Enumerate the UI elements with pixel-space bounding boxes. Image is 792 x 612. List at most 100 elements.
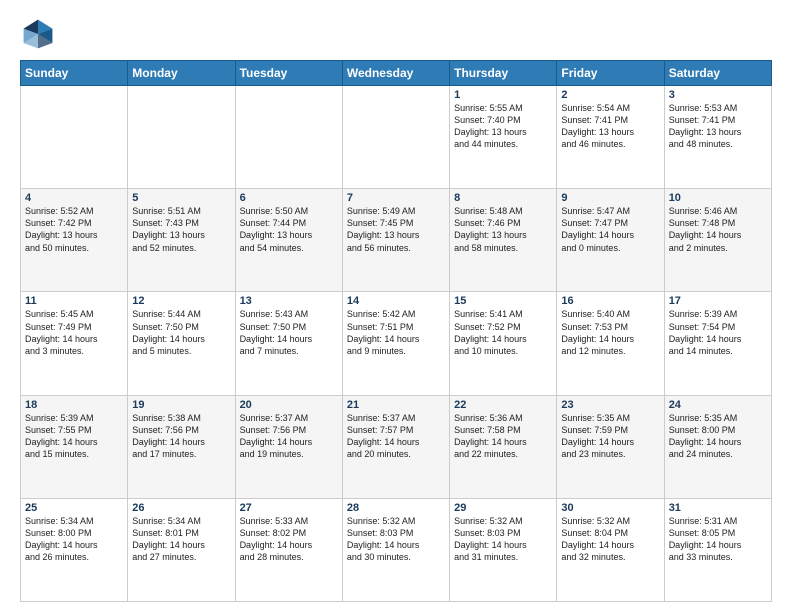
calendar-cell: 22Sunrise: 5:36 AM Sunset: 7:58 PM Dayli…: [450, 395, 557, 498]
day-number: 26: [132, 502, 230, 514]
weekday-header-row: SundayMondayTuesdayWednesdayThursdayFrid…: [21, 61, 772, 86]
day-number: 3: [669, 89, 767, 101]
day-number: 8: [454, 192, 552, 204]
day-number: 29: [454, 502, 552, 514]
day-number: 6: [240, 192, 338, 204]
cell-details: Sunrise: 5:44 AM Sunset: 7:50 PM Dayligh…: [132, 308, 230, 357]
day-number: 18: [25, 399, 123, 411]
calendar-cell: 3Sunrise: 5:53 AM Sunset: 7:41 PM Daylig…: [664, 86, 771, 189]
cell-details: Sunrise: 5:49 AM Sunset: 7:45 PM Dayligh…: [347, 205, 445, 254]
calendar-cell: 25Sunrise: 5:34 AM Sunset: 8:00 PM Dayli…: [21, 498, 128, 601]
calendar-cell: 4Sunrise: 5:52 AM Sunset: 7:42 PM Daylig…: [21, 189, 128, 292]
weekday-thursday: Thursday: [450, 61, 557, 86]
week-row-2: 4Sunrise: 5:52 AM Sunset: 7:42 PM Daylig…: [21, 189, 772, 292]
cell-details: Sunrise: 5:33 AM Sunset: 8:02 PM Dayligh…: [240, 515, 338, 564]
day-number: 16: [561, 295, 659, 307]
day-number: 5: [132, 192, 230, 204]
weekday-wednesday: Wednesday: [342, 61, 449, 86]
cell-details: Sunrise: 5:45 AM Sunset: 7:49 PM Dayligh…: [25, 308, 123, 357]
cell-details: Sunrise: 5:38 AM Sunset: 7:56 PM Dayligh…: [132, 412, 230, 461]
cell-details: Sunrise: 5:40 AM Sunset: 7:53 PM Dayligh…: [561, 308, 659, 357]
calendar-cell: 29Sunrise: 5:32 AM Sunset: 8:03 PM Dayli…: [450, 498, 557, 601]
calendar-cell: 10Sunrise: 5:46 AM Sunset: 7:48 PM Dayli…: [664, 189, 771, 292]
calendar-cell: 16Sunrise: 5:40 AM Sunset: 7:53 PM Dayli…: [557, 292, 664, 395]
cell-details: Sunrise: 5:42 AM Sunset: 7:51 PM Dayligh…: [347, 308, 445, 357]
calendar-cell: 7Sunrise: 5:49 AM Sunset: 7:45 PM Daylig…: [342, 189, 449, 292]
day-number: 11: [25, 295, 123, 307]
day-number: 19: [132, 399, 230, 411]
cell-details: Sunrise: 5:54 AM Sunset: 7:41 PM Dayligh…: [561, 102, 659, 151]
day-number: 14: [347, 295, 445, 307]
calendar-cell: [235, 86, 342, 189]
cell-details: Sunrise: 5:32 AM Sunset: 8:03 PM Dayligh…: [347, 515, 445, 564]
calendar-cell: 13Sunrise: 5:43 AM Sunset: 7:50 PM Dayli…: [235, 292, 342, 395]
cell-details: Sunrise: 5:36 AM Sunset: 7:58 PM Dayligh…: [454, 412, 552, 461]
calendar-cell: 2Sunrise: 5:54 AM Sunset: 7:41 PM Daylig…: [557, 86, 664, 189]
week-row-4: 18Sunrise: 5:39 AM Sunset: 7:55 PM Dayli…: [21, 395, 772, 498]
day-number: 9: [561, 192, 659, 204]
calendar-cell: 9Sunrise: 5:47 AM Sunset: 7:47 PM Daylig…: [557, 189, 664, 292]
day-number: 17: [669, 295, 767, 307]
day-number: 28: [347, 502, 445, 514]
calendar-cell: 31Sunrise: 5:31 AM Sunset: 8:05 PM Dayli…: [664, 498, 771, 601]
cell-details: Sunrise: 5:34 AM Sunset: 8:00 PM Dayligh…: [25, 515, 123, 564]
calendar-cell: 8Sunrise: 5:48 AM Sunset: 7:46 PM Daylig…: [450, 189, 557, 292]
page: SundayMondayTuesdayWednesdayThursdayFrid…: [0, 0, 792, 612]
logo: [20, 16, 60, 52]
cell-details: Sunrise: 5:52 AM Sunset: 7:42 PM Dayligh…: [25, 205, 123, 254]
calendar-cell: [21, 86, 128, 189]
cell-details: Sunrise: 5:47 AM Sunset: 7:47 PM Dayligh…: [561, 205, 659, 254]
cell-details: Sunrise: 5:43 AM Sunset: 7:50 PM Dayligh…: [240, 308, 338, 357]
day-number: 10: [669, 192, 767, 204]
cell-details: Sunrise: 5:32 AM Sunset: 8:03 PM Dayligh…: [454, 515, 552, 564]
calendar-cell: 15Sunrise: 5:41 AM Sunset: 7:52 PM Dayli…: [450, 292, 557, 395]
cell-details: Sunrise: 5:50 AM Sunset: 7:44 PM Dayligh…: [240, 205, 338, 254]
calendar-cell: 21Sunrise: 5:37 AM Sunset: 7:57 PM Dayli…: [342, 395, 449, 498]
calendar-cell: 30Sunrise: 5:32 AM Sunset: 8:04 PM Dayli…: [557, 498, 664, 601]
calendar-cell: 20Sunrise: 5:37 AM Sunset: 7:56 PM Dayli…: [235, 395, 342, 498]
calendar-cell: 11Sunrise: 5:45 AM Sunset: 7:49 PM Dayli…: [21, 292, 128, 395]
calendar-cell: 17Sunrise: 5:39 AM Sunset: 7:54 PM Dayli…: [664, 292, 771, 395]
day-number: 24: [669, 399, 767, 411]
day-number: 23: [561, 399, 659, 411]
day-number: 21: [347, 399, 445, 411]
cell-details: Sunrise: 5:31 AM Sunset: 8:05 PM Dayligh…: [669, 515, 767, 564]
weekday-saturday: Saturday: [664, 61, 771, 86]
calendar-cell: 18Sunrise: 5:39 AM Sunset: 7:55 PM Dayli…: [21, 395, 128, 498]
calendar-cell: 12Sunrise: 5:44 AM Sunset: 7:50 PM Dayli…: [128, 292, 235, 395]
calendar-cell: [342, 86, 449, 189]
day-number: 20: [240, 399, 338, 411]
day-number: 4: [25, 192, 123, 204]
cell-details: Sunrise: 5:46 AM Sunset: 7:48 PM Dayligh…: [669, 205, 767, 254]
day-number: 13: [240, 295, 338, 307]
calendar-cell: 24Sunrise: 5:35 AM Sunset: 8:00 PM Dayli…: [664, 395, 771, 498]
day-number: 31: [669, 502, 767, 514]
day-number: 15: [454, 295, 552, 307]
week-row-3: 11Sunrise: 5:45 AM Sunset: 7:49 PM Dayli…: [21, 292, 772, 395]
day-number: 27: [240, 502, 338, 514]
day-number: 7: [347, 192, 445, 204]
cell-details: Sunrise: 5:32 AM Sunset: 8:04 PM Dayligh…: [561, 515, 659, 564]
cell-details: Sunrise: 5:53 AM Sunset: 7:41 PM Dayligh…: [669, 102, 767, 151]
weekday-tuesday: Tuesday: [235, 61, 342, 86]
cell-details: Sunrise: 5:39 AM Sunset: 7:54 PM Dayligh…: [669, 308, 767, 357]
weekday-friday: Friday: [557, 61, 664, 86]
day-number: 2: [561, 89, 659, 101]
header: [20, 16, 772, 52]
cell-details: Sunrise: 5:35 AM Sunset: 7:59 PM Dayligh…: [561, 412, 659, 461]
weekday-sunday: Sunday: [21, 61, 128, 86]
calendar-cell: 26Sunrise: 5:34 AM Sunset: 8:01 PM Dayli…: [128, 498, 235, 601]
weekday-monday: Monday: [128, 61, 235, 86]
day-number: 30: [561, 502, 659, 514]
cell-details: Sunrise: 5:51 AM Sunset: 7:43 PM Dayligh…: [132, 205, 230, 254]
cell-details: Sunrise: 5:48 AM Sunset: 7:46 PM Dayligh…: [454, 205, 552, 254]
day-number: 22: [454, 399, 552, 411]
calendar-cell: 6Sunrise: 5:50 AM Sunset: 7:44 PM Daylig…: [235, 189, 342, 292]
calendar-cell: 1Sunrise: 5:55 AM Sunset: 7:40 PM Daylig…: [450, 86, 557, 189]
calendar-cell: 5Sunrise: 5:51 AM Sunset: 7:43 PM Daylig…: [128, 189, 235, 292]
logo-icon: [20, 16, 56, 52]
cell-details: Sunrise: 5:55 AM Sunset: 7:40 PM Dayligh…: [454, 102, 552, 151]
calendar-cell: 23Sunrise: 5:35 AM Sunset: 7:59 PM Dayli…: [557, 395, 664, 498]
cell-details: Sunrise: 5:37 AM Sunset: 7:56 PM Dayligh…: [240, 412, 338, 461]
calendar-cell: [128, 86, 235, 189]
